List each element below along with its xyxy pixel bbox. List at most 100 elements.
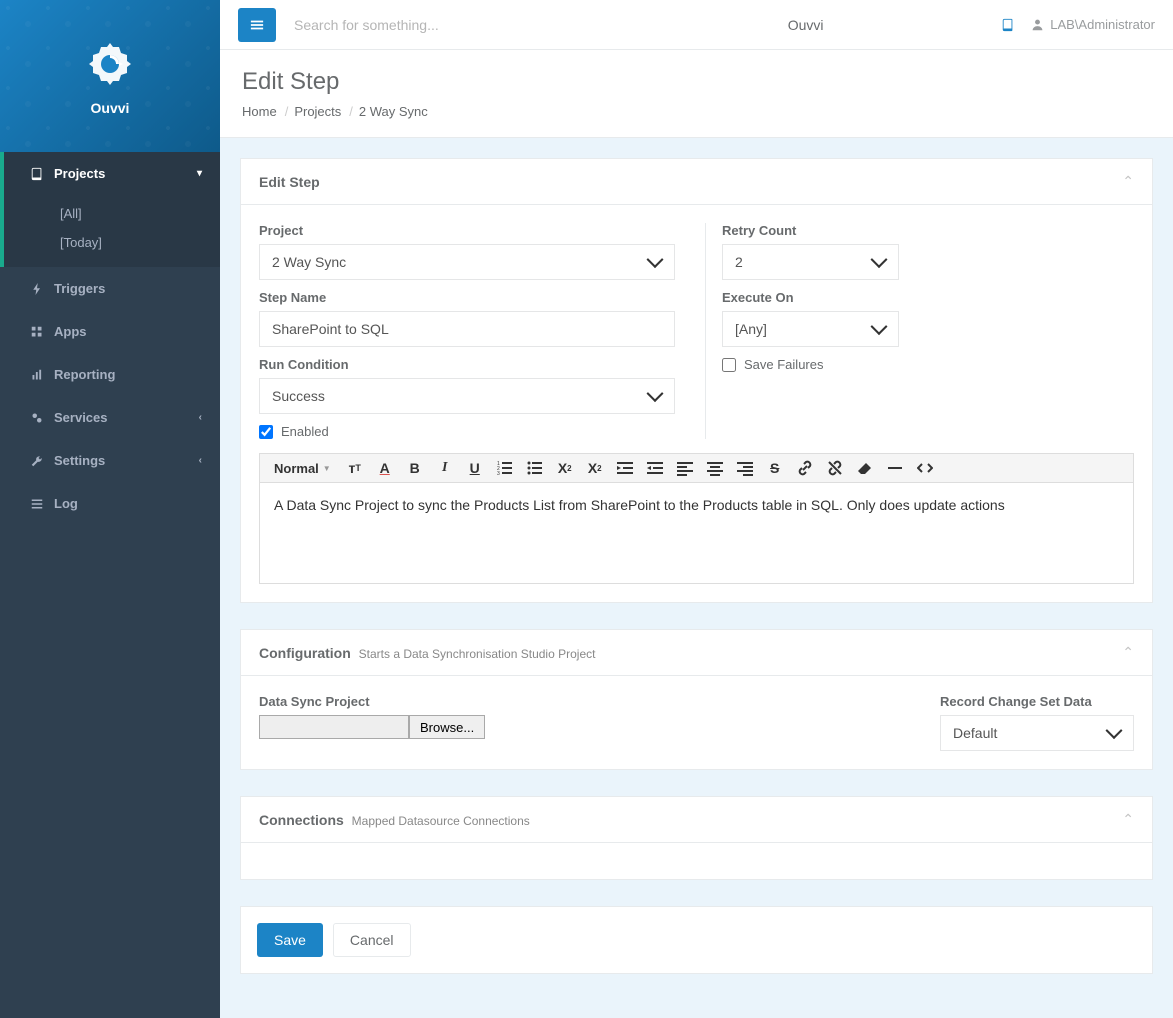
code-icon[interactable]	[915, 458, 935, 478]
panel-body: Project 2 Way Sync Step Name Run Conditi…	[241, 205, 1152, 602]
breadcrumb-projects[interactable]: Projects	[294, 104, 341, 119]
chevron-up-icon[interactable]: ⌃	[1122, 173, 1134, 190]
bars-icon	[250, 18, 264, 32]
sidebar-sub-today[interactable]: [Today]	[4, 228, 220, 257]
breadcrumb-home[interactable]: Home	[242, 104, 277, 119]
enabled-checkbox[interactable]	[259, 425, 273, 439]
sidebar-item-label: Log	[54, 496, 78, 511]
outdent-icon[interactable]	[615, 458, 635, 478]
panel-header: Connections Mapped Datasource Connection…	[241, 797, 1152, 843]
runcond-label: Run Condition	[259, 357, 675, 372]
dsproject-path-input[interactable]	[259, 715, 409, 739]
panel-header: Edit Step ⌃	[241, 159, 1152, 205]
sidebar-item-services[interactable]: Services‹	[0, 396, 220, 439]
logo-icon	[85, 37, 135, 90]
retry-select[interactable]: 2	[722, 244, 899, 280]
project-select[interactable]: 2 Way Sync	[259, 244, 675, 280]
project-label: Project	[259, 223, 675, 238]
dsproject-label: Data Sync Project	[259, 694, 485, 709]
chevron-up-icon[interactable]: ⌃	[1122, 644, 1134, 661]
link-icon[interactable]	[795, 458, 815, 478]
stepname-input[interactable]	[259, 311, 675, 347]
sidebar-sub-all[interactable]: [All]	[4, 199, 220, 228]
chart-icon	[28, 369, 46, 381]
eraser-icon[interactable]	[855, 458, 875, 478]
svg-text:3: 3	[497, 471, 500, 476]
rich-editor: Normal▼ тT A B I U 123 X2 X2	[259, 453, 1134, 584]
sidebar-item-label: Apps	[54, 324, 87, 339]
align-left-icon[interactable]	[675, 458, 695, 478]
align-center-icon[interactable]	[705, 458, 725, 478]
user-menu[interactable]: LAB\Administrator	[1031, 17, 1155, 32]
panel-body: Data Sync Project Browse... Record Chang…	[241, 676, 1152, 769]
exec-select[interactable]: [Any]	[722, 311, 899, 347]
panel-edit-step: Edit Step ⌃ Project 2 Way Sync Step Name	[240, 158, 1153, 603]
panel-body	[241, 843, 1152, 879]
sidebar-subnav-projects: [All] [Today]	[4, 195, 220, 267]
search-input[interactable]	[290, 11, 610, 39]
product-name: Ouvvi	[91, 100, 130, 116]
page-title: Edit Step	[242, 68, 1151, 96]
strikethrough-icon[interactable]: S	[765, 458, 785, 478]
hr-icon[interactable]	[885, 458, 905, 478]
panel-header: Configuration Starts a Data Synchronisat…	[241, 630, 1152, 676]
sidebar-item-log[interactable]: Log	[0, 482, 220, 525]
underline-icon[interactable]: U	[465, 458, 485, 478]
page-wrapper: Ouvvi LAB\Administrator Edit Step Home P…	[220, 0, 1173, 1018]
menu-toggle-button[interactable]	[238, 8, 276, 42]
panel-subtitle: Mapped Datasource Connections	[352, 814, 530, 828]
chevron-left-icon: ‹	[199, 412, 202, 423]
sidebar-nav: Projects ▾ [All] [Today] Triggers Apps R…	[0, 152, 220, 525]
sidebar-item-apps[interactable]: Apps	[0, 310, 220, 353]
unordered-list-icon[interactable]	[525, 458, 545, 478]
sidebar: Ouvvi Projects ▾ [All] [Today] Triggers …	[0, 0, 220, 1018]
sidebar-item-label: Projects	[54, 166, 105, 181]
panel-title: Edit Step	[259, 174, 320, 190]
breadcrumb: Home Projects 2 Way Sync	[242, 104, 1151, 119]
savefail-checkbox[interactable]	[722, 358, 736, 372]
book-icon[interactable]	[1001, 18, 1015, 32]
user-label: LAB\Administrator	[1050, 17, 1155, 32]
ordered-list-icon[interactable]: 123	[495, 458, 515, 478]
record-select[interactable]: Default	[940, 715, 1134, 751]
editor-format-select[interactable]: Normal▼	[270, 459, 335, 478]
sidebar-item-reporting[interactable]: Reporting	[0, 353, 220, 396]
list-icon	[28, 498, 46, 510]
panel-configuration: Configuration Starts a Data Synchronisat…	[240, 629, 1153, 770]
save-button[interactable]: Save	[257, 923, 323, 957]
breadcrumb-current: 2 Way Sync	[359, 104, 428, 119]
topbar-right: LAB\Administrator	[1001, 17, 1155, 32]
indent-icon[interactable]	[645, 458, 665, 478]
grid-icon	[28, 326, 46, 338]
chevron-up-icon[interactable]: ⌃	[1122, 811, 1134, 828]
font-size-icon[interactable]: тT	[345, 458, 365, 478]
action-buttons: Save Cancel	[240, 906, 1153, 974]
sidebar-item-settings[interactable]: Settings‹	[0, 439, 220, 482]
sidebar-item-projects[interactable]: Projects ▾ [All] [Today]	[0, 152, 220, 267]
panel-connections: Connections Mapped Datasource Connection…	[240, 796, 1153, 880]
subscript-icon[interactable]: X2	[555, 458, 575, 478]
book-icon	[28, 167, 46, 181]
chevron-down-icon: ▾	[197, 168, 202, 179]
enabled-label: Enabled	[281, 424, 329, 439]
runcond-select[interactable]: Success	[259, 378, 675, 414]
editor-body[interactable]: A Data Sync Project to sync the Products…	[260, 483, 1133, 583]
sidebar-item-triggers[interactable]: Triggers	[0, 267, 220, 310]
chevron-down-icon: ▼	[323, 464, 331, 473]
cancel-button[interactable]: Cancel	[333, 923, 411, 957]
topbar-title: Ouvvi	[610, 17, 1001, 33]
font-color-icon[interactable]: A	[375, 458, 395, 478]
superscript-icon[interactable]: X2	[585, 458, 605, 478]
align-right-icon[interactable]	[735, 458, 755, 478]
browse-button[interactable]: Browse...	[409, 715, 485, 739]
unlink-icon[interactable]	[825, 458, 845, 478]
savefail-label: Save Failures	[744, 357, 823, 372]
panel-title: Connections	[259, 812, 344, 828]
sidebar-item-label: Triggers	[54, 281, 105, 296]
italic-icon[interactable]: I	[435, 458, 455, 478]
record-label: Record Change Set Data	[940, 694, 1134, 709]
bold-icon[interactable]: B	[405, 458, 425, 478]
sidebar-item-label: Settings	[54, 453, 105, 468]
sidebar-header: Ouvvi	[0, 0, 220, 152]
topbar: Ouvvi LAB\Administrator	[220, 0, 1173, 50]
